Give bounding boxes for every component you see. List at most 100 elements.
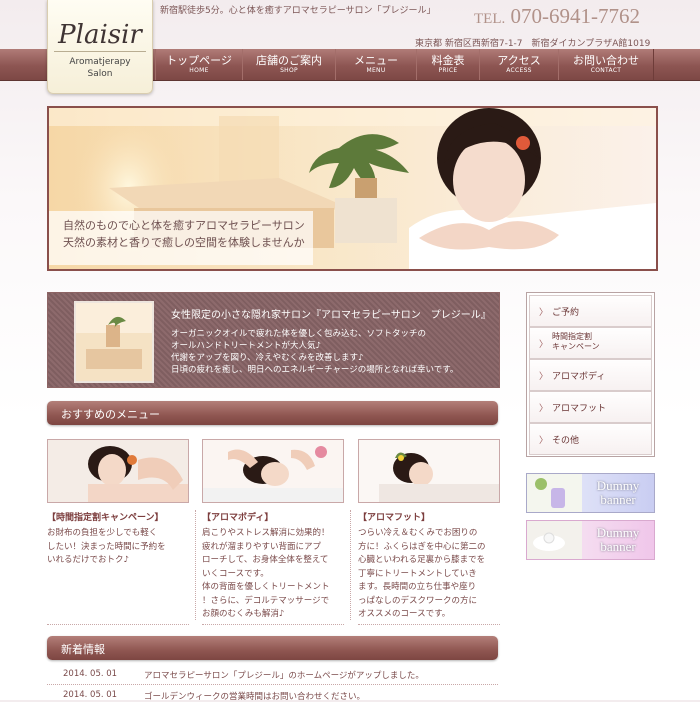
menu-card-aroma-body[interactable]: 【アロマボディ】 肩こりやストレス解消に効果的！ 疲れが溜まりやすい背面にアプ … <box>202 439 344 625</box>
intro-photo <box>74 301 154 383</box>
logo-sub-2: Salon <box>87 69 113 79</box>
logo-subtitle: Aromatjerapy Salon <box>48 56 152 80</box>
nav-menu[interactable]: メニュー MENU <box>335 49 417 80</box>
banner-line: banner <box>600 492 636 507</box>
phone-number[interactable]: TEL. 070-6941-7762 <box>474 4 640 29</box>
logo-text: Plaisir <box>58 20 142 50</box>
menu-card-aroma-foot[interactable]: 【アロマフット】 つらい冷え＆むくみでお困りの 方に！ふくらはぎを中心に第二の … <box>358 439 500 625</box>
side-item-time-discount[interactable]: 〉時間指定割 キャンペーン <box>529 327 652 359</box>
hero-caption: 自然のもので心と体を癒すアロマセラピーサロン 天然の素材と香りで癒しの空間を体験… <box>49 211 313 265</box>
section-title: 新着情報 <box>61 643 105 656</box>
side-item-label: ご予約 <box>552 308 580 318</box>
recommended-menu-heading: おすすめのメニュー <box>47 401 498 425</box>
nav-sublabel: ACCESS <box>506 67 532 74</box>
hero-line-1: 自然のもので心と体を癒すアロマセラピーサロン <box>63 219 305 232</box>
logo-sub-1: Aromatjerapy <box>69 57 131 67</box>
nav-price[interactable]: 料金表 PRICE <box>416 49 480 80</box>
tel-number: 070-6941-7762 <box>510 4 641 28</box>
card-line: 心臓といわれる足裏から膝までを <box>358 555 486 565</box>
arrow-icon: 〉 <box>539 372 549 382</box>
nav-sublabel: MENU <box>366 67 386 74</box>
card-line: お顔のむくみも解消♪ <box>202 609 285 619</box>
news-heading: 新着情報 <box>47 636 498 660</box>
banner-line: Dummy <box>596 525 640 540</box>
menu-card-photo <box>358 439 500 503</box>
nav-sublabel: HOME <box>189 67 209 74</box>
news-divider <box>47 684 498 685</box>
banner-label: Dummy banner <box>582 479 654 507</box>
arrow-icon: 〉 <box>539 340 549 350</box>
card-line: 肩こりやストレス解消に効果的！ <box>202 528 330 538</box>
nav-sublabel: SHOP <box>280 67 298 74</box>
intro-body: オーガニックオイルで疲れた体を優しく包み込む、ソフトタッチの オールハンドトリー… <box>171 328 458 376</box>
side-item-label: その他 <box>552 436 580 446</box>
card-line: オススメのコースです。 <box>358 609 451 619</box>
side-item-label: 時間指定割 キャンペーン <box>552 332 600 351</box>
card-line: 丁寧にトリートメントしていき <box>358 568 477 579</box>
menu-card-photo <box>47 439 189 503</box>
dummy-banner-2[interactable]: Dummy banner <box>526 520 655 560</box>
arrow-icon: 〉 <box>539 308 549 318</box>
card-line: つらい冷え＆むくみでお困りの <box>358 528 478 538</box>
card-divider <box>195 510 196 620</box>
nav-access[interactable]: アクセス ACCESS <box>479 49 559 80</box>
news-item[interactable]: アロマセラピーサロン「プレジール」のホームページがアップしました。 <box>144 669 424 681</box>
tagline: 新宿駅徒歩5分。心と体を癒すアロマセラピーサロン「プレジール」 <box>160 6 436 16</box>
banner-photo <box>527 521 582 559</box>
section-title: おすすめのメニュー <box>61 408 160 421</box>
menu-card-title: 【アロマフット】 <box>358 513 431 523</box>
menu-card-body: 肩こりやストレス解消に効果的！ 疲れが溜まりやすい背面にアプ ローチして、お身体… <box>202 527 344 625</box>
nav-shop[interactable]: 店舗のご案内 SHOP <box>242 49 336 80</box>
card-line: ！さらに、デコルテマッサージで <box>202 595 330 606</box>
card-line: いれるだけでおトク♪ <box>47 555 129 565</box>
news-item[interactable]: ゴールデンウィークの営業時間はお問い合わせください。 <box>144 690 365 702</box>
side-item-aroma-foot[interactable]: 〉アロマフット <box>529 391 652 423</box>
side-item-label: アロマフット <box>552 404 607 414</box>
nav-sublabel: CONTACT <box>590 67 622 74</box>
intro-box: 女性限定の小さな隠れ家サロン『アロマセラピーサロン プレジール』 オーガニックオ… <box>47 292 500 388</box>
nav-label: トップページ <box>166 54 232 67</box>
nav-sublabel: PRICE <box>438 67 458 74</box>
intro-title: 女性限定の小さな隠れ家サロン『アロマセラピーサロン プレジール』 <box>171 310 491 321</box>
card-line: ローチして、お身体全体を整えて <box>202 555 329 565</box>
menu-card-time-discount[interactable]: 【時間指定割キャンペーン】 お財布の負担を少しでも軽く したい！決まった時間に予… <box>47 439 189 625</box>
hero-line-2: 天然の素材と香りで癒しの空間を体験しませんか <box>63 236 305 249</box>
site-logo[interactable]: Plaisir Aromatjerapy Salon <box>47 0 153 94</box>
intro-line: 日頃の疲れを癒し、明日へのエネルギーチャージの場所となれば幸いです。 <box>171 365 459 375</box>
arrow-icon: 〉 <box>539 436 549 446</box>
menu-card-title: 【アロマボディ】 <box>202 513 274 523</box>
nav-label: アクセス <box>497 54 541 67</box>
menu-card-photo <box>202 439 344 503</box>
banner-line: banner <box>600 539 636 554</box>
nav-home[interactable]: トップページ HOME <box>155 49 243 80</box>
nav-contact[interactable]: お問い合わせ CONTACT <box>558 49 654 80</box>
nav-label: 料金表 <box>431 54 465 67</box>
card-line: 方に！ふくらはぎを中心に第二の <box>358 541 486 552</box>
side-item-other[interactable]: 〉その他 <box>529 423 652 455</box>
banner-label: Dummy banner <box>582 526 654 554</box>
card-divider <box>350 510 351 620</box>
side-item-reservation[interactable]: 〉ご予約 <box>529 295 652 327</box>
nav-label: 店舗のご案内 <box>256 54 322 67</box>
logo-divider <box>54 51 146 52</box>
news-date: 2014. 05. 01 <box>63 690 118 700</box>
arrow-icon: 〉 <box>539 404 549 414</box>
nav-label: メニュー <box>354 54 398 67</box>
menu-card-title: 【時間指定割キャンペーン】 <box>47 513 164 523</box>
card-line: したい！決まった時間に予約を <box>47 541 166 552</box>
card-line: 体の背面を優しくトリートメント <box>202 582 330 592</box>
nav-label: お問い合わせ <box>573 54 639 67</box>
address: 東京都 新宿区西新宿7-1-7 新宿ダイカンプラザA館1019 <box>415 39 651 49</box>
banner-line: Dummy <box>596 478 640 493</box>
intro-line: オールハンドトリートメントが大人気♪ <box>171 341 321 351</box>
intro-line: 代謝をアップを図り、冷えやむくみを改善します♪ <box>171 353 364 363</box>
side-menu: 〉ご予約 〉時間指定割 キャンペーン 〉アロマボディ 〉アロマフット 〉その他 <box>526 292 655 457</box>
card-line: 疲れが溜まりやすい背面にアプ <box>202 541 322 552</box>
side-item-label: アロマボディ <box>552 372 606 382</box>
intro-line: オーガニックオイルで疲れた体を優しく包み込む、ソフトタッチの <box>171 329 427 339</box>
card-line: いくコースです。 <box>202 568 269 579</box>
side-item-aroma-body[interactable]: 〉アロマボディ <box>529 359 652 391</box>
card-line: お財布の負担を少しでも軽く <box>47 528 158 538</box>
dummy-banner-1[interactable]: Dummy banner <box>526 473 655 513</box>
banner-photo <box>527 474 582 512</box>
